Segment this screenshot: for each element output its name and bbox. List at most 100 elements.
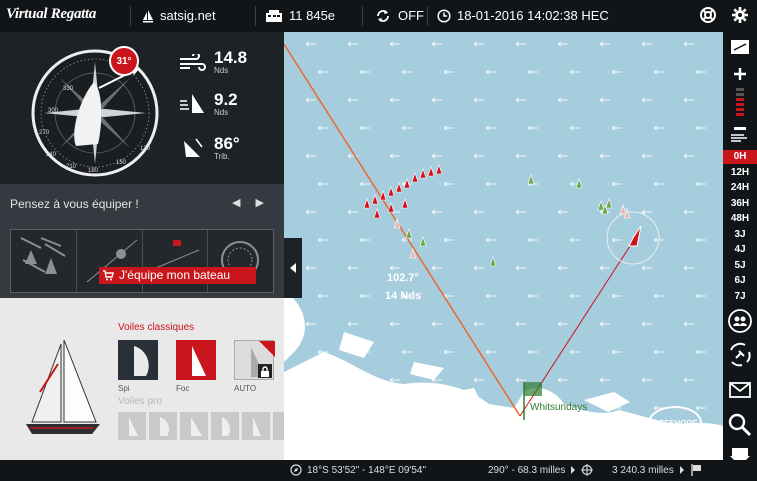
gear-icon[interactable]: [731, 6, 749, 24]
foc-sail-button[interactable]: [176, 340, 216, 380]
pro-sail-tile[interactable]: [242, 412, 270, 440]
fleet-boat[interactable]: [427, 166, 435, 177]
divider: [362, 6, 363, 26]
wind-arrow: [317, 293, 328, 299]
timeline-3j[interactable]: 3J: [723, 228, 757, 242]
auto-sail-button[interactable]: [234, 340, 275, 380]
fleet-boat[interactable]: [387, 202, 395, 213]
wind-arrow: [515, 209, 526, 215]
wind-arrow: [515, 377, 526, 383]
fleet-boat[interactable]: [405, 228, 413, 239]
site-link[interactable]: satsig.net: [142, 8, 216, 23]
pro-sail-tile[interactable]: [211, 412, 239, 440]
zoom-level-indicator[interactable]: [723, 88, 757, 116]
credits-value: 11 845e: [289, 8, 336, 23]
map-layer-button[interactable]: [723, 38, 757, 56]
chevron-right-icon: [570, 466, 576, 474]
wind-angle-icon: [178, 137, 206, 161]
wind-layer-button[interactable]: [723, 130, 757, 146]
wind-arrow: [683, 41, 694, 47]
timeline-6j[interactable]: 6J: [723, 274, 757, 288]
position-value: 18°S 53'52" - 148°E 09'54": [307, 464, 426, 476]
timeline-24h[interactable]: 24H: [723, 181, 757, 195]
sync-status: OFF: [398, 8, 424, 23]
messages-button[interactable]: [723, 380, 757, 400]
wind-arrow: [389, 377, 400, 383]
spi-sail-button[interactable]: [118, 340, 158, 380]
fleet-boat[interactable]: [373, 208, 381, 219]
pro-sail-tile[interactable]: [118, 412, 146, 440]
wind-arrow: [683, 153, 694, 159]
distance-readout: 3 240.3 milles: [612, 464, 702, 476]
wind-arrow: [599, 377, 610, 383]
timeline-4j[interactable]: 4J: [723, 243, 757, 257]
wind-arrow: [557, 97, 568, 103]
player-boat[interactable]: [628, 225, 642, 247]
offshore-badge[interactable]: OFFSHORE: [648, 406, 702, 440]
players-button[interactable]: [723, 308, 757, 334]
pro-sail-tile[interactable]: [149, 412, 177, 440]
cash-register-icon: [265, 9, 283, 23]
fleet-boat[interactable]: [605, 198, 613, 209]
status-bar: 18°S 53'52" - 148°E 09'54" 290° - 68.3 m…: [0, 460, 757, 481]
equip-panel: Pensez à vous équiper ! ◀ ▶ J'équipe mon…: [0, 184, 284, 298]
fleet-boat[interactable]: [363, 198, 371, 209]
fleet-boat[interactable]: [597, 200, 605, 211]
fleet-boat[interactable]: [401, 198, 409, 209]
lifebuoy-icon[interactable]: [699, 6, 717, 24]
wind-arrow: [431, 153, 442, 159]
fleet-boat[interactable]: [489, 256, 497, 267]
fleet-boat[interactable]: [395, 182, 403, 193]
equip-thumbnail[interactable]: [11, 230, 77, 292]
wind-arrow: [695, 125, 706, 131]
wind-arrow: [527, 237, 538, 243]
zoom-in-button[interactable]: [723, 66, 757, 82]
fleet-boat[interactable]: [419, 236, 427, 247]
clock-icon: [437, 8, 451, 23]
compass: 330 300 270 240 210 180 150 120: [30, 48, 160, 178]
wind-arrow: [683, 97, 694, 103]
timeline-5j[interactable]: 5J: [723, 259, 757, 273]
fleet-boat[interactable]: [411, 172, 419, 183]
wind-arrow: [473, 41, 484, 47]
fleet-boat[interactable]: [387, 186, 395, 197]
wind-arrow: [557, 153, 568, 159]
search-button[interactable]: [723, 412, 757, 438]
route-tool-button[interactable]: [723, 342, 757, 368]
compass-tick: 120: [140, 146, 151, 152]
fleet-boat[interactable]: [619, 204, 627, 215]
equip-carousel-arrows[interactable]: ◀ ▶: [232, 196, 270, 209]
wind-arrow: [683, 377, 694, 383]
fleet-boat[interactable]: [419, 168, 427, 179]
equip-boat-button[interactable]: J'équipe mon bateau: [99, 267, 256, 284]
pro-sail-tile[interactable]: [180, 412, 208, 440]
fleet-boat[interactable]: [393, 218, 401, 229]
fleet-boat[interactable]: [527, 174, 535, 185]
fleet-boat[interactable]: [435, 164, 443, 175]
sync-toggle[interactable]: OFF: [376, 8, 424, 23]
wind-arrow: [317, 69, 328, 75]
wind-arrow: [347, 321, 358, 327]
wind-arrow: [431, 321, 442, 327]
wind-arrow: [401, 349, 412, 355]
bearing-readout: 290° - 68.3 milles: [488, 464, 594, 476]
timeline-0h[interactable]: 0H: [723, 150, 757, 164]
cart-icon: [102, 270, 114, 281]
timeline-48h[interactable]: 48H: [723, 212, 757, 226]
wind-arrow: [305, 321, 316, 327]
fleet-boat[interactable]: [371, 194, 379, 205]
divider: [130, 6, 131, 26]
boat-view-button[interactable]: [723, 446, 757, 460]
wind-arrow: [515, 153, 526, 159]
race-map[interactable]: 102.7° 14 Nds Whitsundays OFFSHORE: [284, 32, 723, 460]
collapse-panel-button[interactable]: [284, 238, 302, 298]
credits-display[interactable]: 11 845e: [265, 8, 335, 23]
clock-display: 18-01-2016 14:02:38 HEC: [437, 8, 609, 23]
wind-arrow: [695, 181, 706, 187]
timeline-7j[interactable]: 7J: [723, 290, 757, 304]
timeline-12h[interactable]: 12H: [723, 166, 757, 180]
wind-speed-readout: 14.8 Nds: [178, 49, 247, 75]
compass-small-icon: [290, 464, 302, 476]
wind-arrow: [569, 125, 580, 131]
timeline-36h[interactable]: 36H: [723, 197, 757, 211]
